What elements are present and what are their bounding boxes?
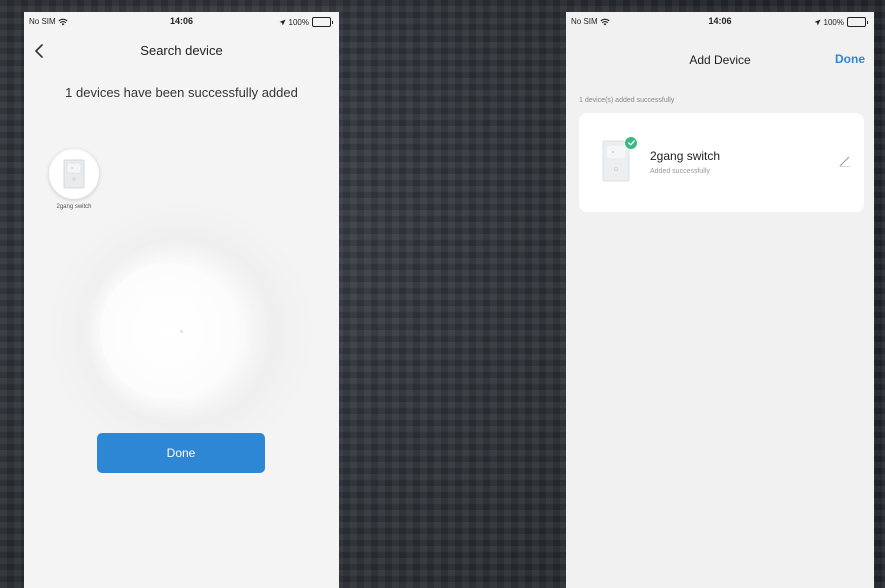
wifi-icon: [600, 18, 610, 26]
section-header: 1 device(s) added successfully: [579, 97, 675, 104]
page-title: Search device: [140, 43, 223, 58]
check-badge-icon: [624, 136, 638, 150]
found-device-button[interactable]: [49, 149, 99, 199]
page-title: Add Device: [689, 53, 751, 67]
edit-name-button[interactable]: [838, 154, 852, 168]
found-device-label: 2gang switch: [56, 204, 92, 210]
switch-device-icon: [63, 159, 85, 189]
add-device-screen: No SIM 14:06 100% Add Device Done 1 devi…: [566, 12, 874, 588]
location-arrow-icon: [814, 19, 821, 26]
device-name: 2gang switch: [650, 149, 721, 163]
pencil-icon: [839, 156, 850, 167]
carrier-label: No SIM: [29, 17, 56, 26]
battery-icon: [312, 17, 333, 27]
search-device-screen: No SIM 14:06 100% Search device 1 device…: [24, 12, 339, 588]
status-bar: No SIM 14:06 100%: [24, 12, 339, 34]
nav-bar: Add Device Done: [566, 36, 874, 67]
radar-inner-ring: [100, 263, 236, 399]
success-message: 1 devices have been successfully added: [65, 85, 298, 100]
carrier-label: No SIM: [571, 17, 598, 26]
done-button[interactable]: Done: [835, 52, 865, 66]
battery-icon: [847, 17, 868, 27]
device-card[interactable]: 2gang switch Added successfully: [579, 113, 864, 212]
wifi-icon: [58, 18, 68, 26]
battery-percent: 100%: [823, 17, 844, 27]
nav-bar: Search device: [24, 36, 339, 66]
location-arrow-icon: [279, 19, 286, 26]
status-bar: No SIM 14:06 100%: [566, 12, 874, 34]
radar-center-dot: [180, 330, 183, 333]
done-button[interactable]: Done: [97, 433, 265, 473]
device-status: Added successfully: [650, 168, 710, 175]
battery-percent: 100%: [288, 17, 309, 27]
